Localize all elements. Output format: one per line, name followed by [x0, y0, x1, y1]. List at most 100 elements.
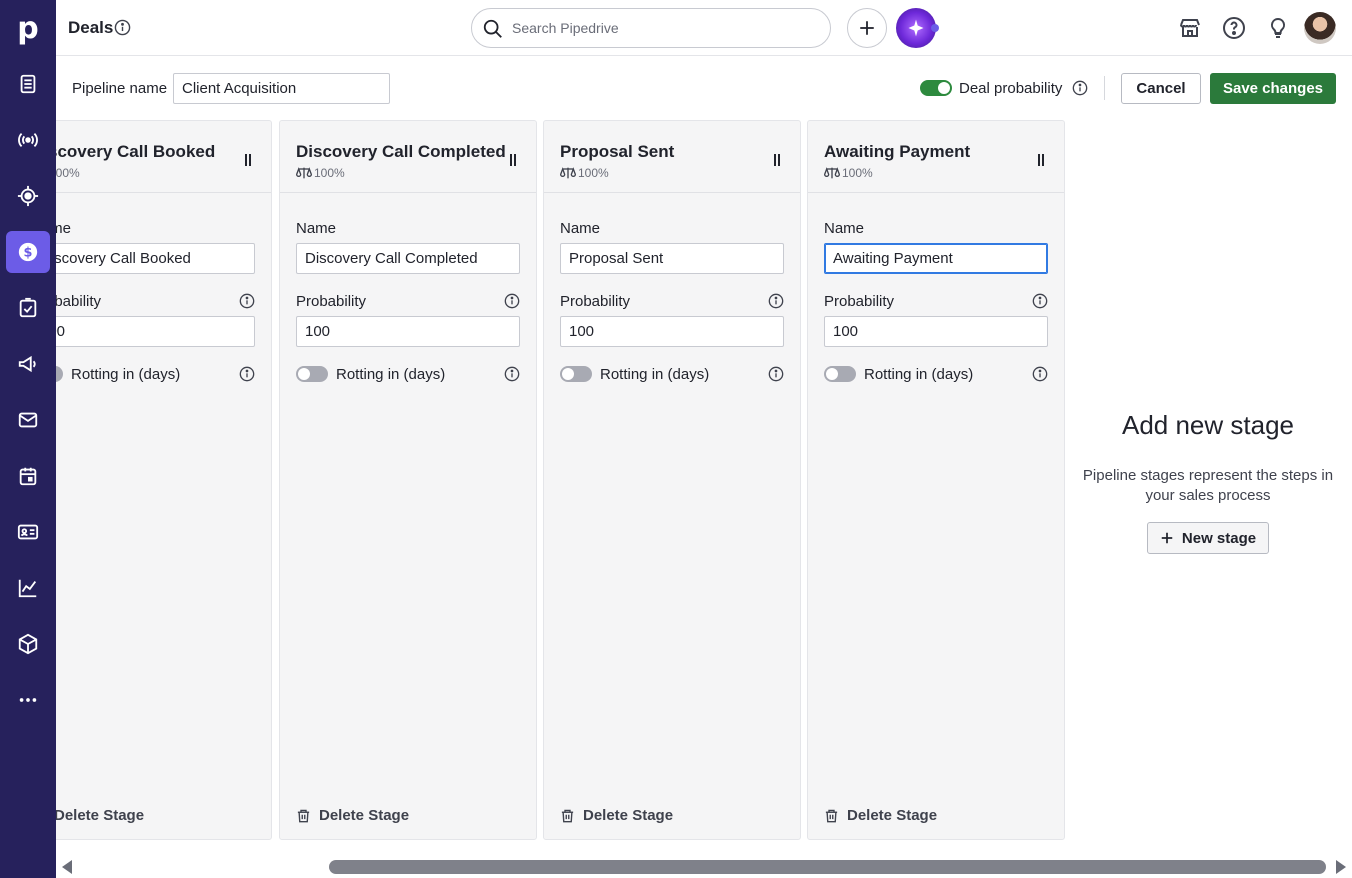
drag-handle-icon[interactable] [1038, 154, 1044, 166]
stage-probability-badge: 100% [296, 166, 345, 180]
plus-icon [1161, 532, 1173, 544]
left-nav: p $ [0, 0, 56, 878]
search-box[interactable] [471, 8, 831, 48]
info-icon[interactable] [1072, 80, 1088, 96]
stage-header: Discovery Call Booked 100% [56, 121, 271, 193]
mail-icon[interactable] [0, 397, 56, 443]
leads-icon[interactable] [0, 61, 56, 107]
stage-probability-badge: 100% [56, 166, 80, 180]
probability-input[interactable] [296, 316, 520, 347]
rotting-toggle[interactable] [56, 366, 63, 382]
horizontal-scrollbar[interactable] [329, 860, 1326, 874]
stage-title: Proposal Sent [560, 142, 675, 161]
save-changes-button[interactable]: Save changes [1210, 73, 1336, 104]
svg-text:$: $ [24, 246, 33, 261]
deal-probability-label: Deal probability [959, 80, 1063, 97]
stage-title: Awaiting Payment [824, 142, 971, 161]
pipedrive-logo[interactable]: p [0, 0, 56, 56]
add-stage-title: Add new stage [1121, 410, 1294, 440]
calendar-icon[interactable] [0, 453, 56, 499]
campaigns-icon[interactable] [0, 341, 56, 387]
deals-icon[interactable]: $ [0, 229, 56, 275]
divider [1104, 76, 1105, 100]
stage-name-label: Name [824, 220, 865, 237]
delete-stage-button[interactable]: Delete Stage [296, 807, 409, 824]
stage-name-label: Name [56, 220, 72, 237]
search-icon [483, 19, 502, 38]
ai-assistant-button[interactable] [896, 8, 936, 48]
probability-label: Probability [296, 293, 367, 310]
add-stage-description: Pipeline stages represent the steps in y… [1082, 467, 1334, 504]
info-icon[interactable] [768, 293, 784, 309]
stage-name-input[interactable] [56, 243, 255, 274]
campaigns-radar-icon[interactable] [0, 117, 56, 163]
drag-handle-icon[interactable] [510, 154, 516, 166]
info-icon[interactable] [1032, 293, 1048, 309]
trash-icon [561, 809, 574, 822]
stage-column: Discovery Call Completed 100% Name Proba… [279, 120, 537, 840]
probability-input[interactable] [824, 316, 1048, 347]
stage-name-label: Name [296, 220, 337, 237]
info-icon[interactable] [239, 293, 255, 309]
page-title: Deals [68, 18, 114, 37]
user-avatar[interactable] [1304, 12, 1336, 44]
scroll-right-arrow[interactable] [1336, 860, 1346, 874]
lightbulb-icon[interactable] [1266, 16, 1290, 40]
trash-icon [825, 809, 838, 822]
drag-handle-icon[interactable] [245, 154, 251, 166]
products-icon[interactable] [0, 621, 56, 667]
drag-handle-icon[interactable] [774, 154, 780, 166]
scale-icon [560, 167, 576, 179]
top-bar: Deals [56, 0, 1352, 56]
search-input[interactable] [512, 18, 812, 38]
delete-stage-button[interactable]: Delete Stage [824, 807, 937, 824]
stage-name-label: Name [560, 220, 601, 237]
contacts-icon[interactable] [0, 509, 56, 555]
plus-icon [860, 21, 874, 35]
probability-input[interactable] [56, 316, 255, 347]
delete-stage-label: Delete Stage [56, 807, 145, 824]
activities-icon[interactable] [0, 285, 56, 331]
stage-name-input[interactable] [824, 243, 1048, 274]
stage-probability-text: 100% [842, 166, 873, 180]
rotting-toggle[interactable] [296, 366, 328, 382]
insights-icon[interactable] [0, 565, 56, 611]
stage-title: Discovery Call Booked [56, 142, 216, 161]
target-icon[interactable] [0, 173, 56, 219]
stage-title: Discovery Call Completed [296, 142, 506, 161]
info-icon[interactable] [504, 293, 520, 309]
info-icon[interactable] [114, 19, 131, 36]
cancel-button[interactable]: Cancel [1121, 73, 1201, 104]
delete-stage-label: Delete Stage [319, 807, 410, 824]
more-icon[interactable] [0, 677, 56, 723]
delete-stage-button[interactable]: Delete Stage [560, 807, 673, 824]
stage-name-input[interactable] [560, 243, 784, 274]
probability-label: Probability [56, 293, 102, 310]
rotting-label: Rotting in (days) [336, 366, 446, 383]
info-icon[interactable] [504, 366, 520, 382]
info-icon[interactable] [1032, 366, 1048, 382]
scroll-left-arrow[interactable] [62, 860, 72, 874]
marketplace-icon[interactable] [1178, 16, 1202, 40]
rotting-label: Rotting in (days) [71, 366, 181, 383]
deal-probability-toggle[interactable] [920, 80, 952, 96]
trash-icon [297, 809, 310, 822]
stage-probability-badge: 100% [560, 166, 609, 180]
rotting-toggle[interactable] [824, 366, 856, 382]
probability-input[interactable] [560, 316, 784, 347]
stage-header: Discovery Call Completed 100% [280, 121, 536, 193]
rotting-toggle[interactable] [560, 366, 592, 382]
info-icon[interactable] [239, 366, 255, 382]
stage-column: Discovery Call Booked 100% Name Probabil… [56, 120, 272, 840]
quick-add-button[interactable] [847, 8, 887, 48]
help-icon[interactable] [1222, 16, 1246, 40]
probability-label: Probability [560, 293, 631, 310]
stage-name-input[interactable] [296, 243, 520, 274]
pipeline-name-input[interactable] [173, 73, 390, 104]
delete-stage-button[interactable]: Delete Stage [56, 807, 144, 824]
stage-probability-text: 100% [314, 166, 345, 180]
scale-icon [296, 167, 312, 179]
info-icon[interactable] [768, 366, 784, 382]
new-stage-button[interactable]: New stage [1147, 522, 1269, 554]
delete-stage-label: Delete Stage [583, 807, 674, 824]
